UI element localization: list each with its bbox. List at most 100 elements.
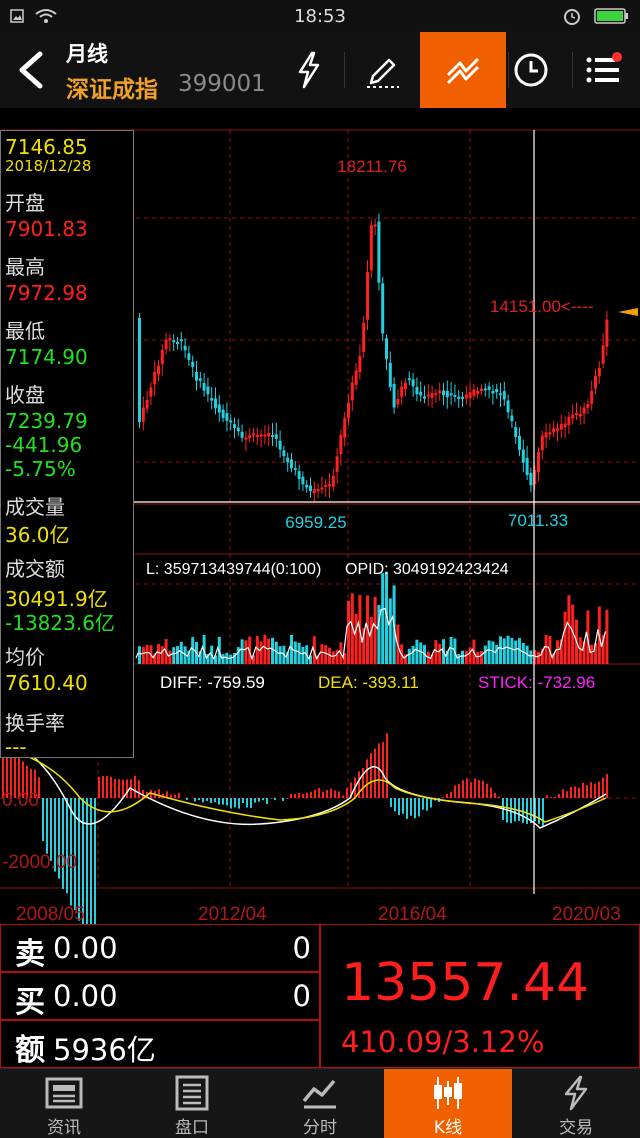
- tab-news[interactable]: 资讯: [0, 1069, 128, 1138]
- sell-price: 0.00: [53, 931, 118, 965]
- candle-body: [400, 386, 404, 397]
- macd-bar: [590, 782, 592, 798]
- draw-tool-button[interactable]: [340, 32, 426, 108]
- macd-bar: [526, 798, 528, 824]
- volume-bar: [537, 652, 540, 664]
- macd-bar: [450, 791, 452, 798]
- candle-body: [328, 484, 331, 487]
- candle-body: [423, 396, 426, 399]
- macd-bar: [198, 798, 200, 801]
- volume-bar: [480, 651, 483, 664]
- tab-timeshare[interactable]: 分时: [256, 1069, 384, 1138]
- macd-bar: [222, 798, 224, 805]
- macd-bar: [390, 798, 392, 807]
- avg-label: 均价: [5, 645, 45, 669]
- more-menu-button[interactable]: [560, 32, 640, 108]
- candle-body: [605, 319, 609, 347]
- volume-bar: [438, 643, 442, 664]
- candle-body: [366, 272, 369, 320]
- candle-body: [179, 339, 183, 342]
- volume-bar: [176, 646, 179, 664]
- close-label: 收盘: [5, 383, 45, 407]
- back-button[interactable]: [10, 46, 54, 94]
- change-value: -441.96: [5, 433, 83, 457]
- diff-legend: DIFF: -759.59: [160, 673, 265, 692]
- volume-bar: [491, 641, 495, 664]
- lightning-icon: [298, 51, 320, 89]
- macd-bar: [418, 798, 420, 817]
- macd-bar: [210, 798, 212, 803]
- macd-bar: [126, 779, 128, 798]
- turnover-label: 换手率: [5, 711, 65, 735]
- candle-body: [495, 388, 499, 393]
- macd-bar: [302, 793, 304, 798]
- macd-bar: [266, 798, 268, 804]
- tab-label: 分时: [303, 1118, 337, 1138]
- macd-bar: [454, 785, 456, 798]
- info-date: 2018/12/28: [5, 157, 92, 175]
- tab-orderbook[interactable]: 盘口: [128, 1069, 256, 1138]
- candle-body: [457, 396, 461, 399]
- volume-bar: [407, 648, 411, 664]
- buy-price: 0.00: [53, 979, 118, 1013]
- volume-bar: [331, 651, 335, 664]
- stick-legend: STICK: -732.96: [478, 673, 595, 692]
- volume-bar: [468, 647, 472, 664]
- macd-bar: [338, 791, 340, 798]
- quote-panel: 卖 0.00 0 买 0.00 0 额 5936亿 13557.44 410.0…: [0, 924, 640, 1068]
- candle-body: [404, 382, 407, 390]
- candle-body: [282, 450, 286, 457]
- macd-bar: [422, 798, 424, 810]
- macd-bar: [594, 783, 596, 798]
- macd-bar: [86, 798, 88, 939]
- tab-label: K线: [433, 1118, 463, 1138]
- min-price-label-left: 6959.25: [285, 513, 346, 532]
- candle-body: [586, 404, 590, 408]
- amount-row: 额 5936亿: [0, 1020, 320, 1068]
- amount-value: 5936亿: [53, 1033, 156, 1067]
- macd-bar: [566, 791, 568, 798]
- candle-body: [240, 431, 244, 438]
- max-price-label: 18211.76: [337, 157, 407, 176]
- close-value: 7239.79: [5, 409, 88, 433]
- macd-bar: [382, 741, 384, 798]
- macd-series: [0, 733, 608, 958]
- volume-bar: [461, 650, 464, 664]
- macd-bar: [550, 797, 552, 798]
- app-header: 月线 深证成指 399001: [0, 32, 640, 108]
- macd-bar: [174, 794, 176, 798]
- stock-code: 399001: [178, 71, 266, 97]
- volume-bar: [168, 650, 172, 664]
- macd-bar: [206, 798, 208, 801]
- volume-bar: [236, 647, 240, 664]
- volume-label: 成交量: [5, 495, 65, 519]
- current-price: 13557.44: [341, 953, 590, 1013]
- candle-body: [172, 340, 176, 343]
- candle-body: [267, 432, 271, 437]
- macd-bar: [254, 798, 256, 803]
- candle-body: [347, 402, 350, 419]
- macd-bar: [586, 785, 588, 798]
- open-label: 开盘: [5, 191, 45, 215]
- candle-body: [445, 391, 449, 398]
- status-bar: 18:53: [0, 0, 640, 32]
- tab-trade[interactable]: 交易: [512, 1069, 640, 1138]
- macd-bar: [286, 798, 288, 799]
- tab-kline[interactable]: K线: [384, 1069, 512, 1138]
- candle-body: [411, 379, 415, 387]
- high-value: 7972.98: [5, 281, 88, 305]
- macd-bar: [342, 795, 344, 798]
- candle-body: [350, 382, 354, 401]
- volume-bar: [278, 646, 282, 664]
- macd-bar: [218, 798, 220, 805]
- macd-bar: [466, 778, 468, 798]
- candle-body: [157, 365, 160, 375]
- macd-bar: [462, 780, 464, 798]
- volume-bar: [263, 634, 267, 664]
- candle-body: [491, 391, 495, 394]
- battery-icon: [594, 8, 628, 24]
- volume-bar: [502, 638, 506, 664]
- low-label: 最低: [5, 319, 45, 343]
- macd-bar: [194, 798, 196, 802]
- volume-bar: [521, 642, 525, 664]
